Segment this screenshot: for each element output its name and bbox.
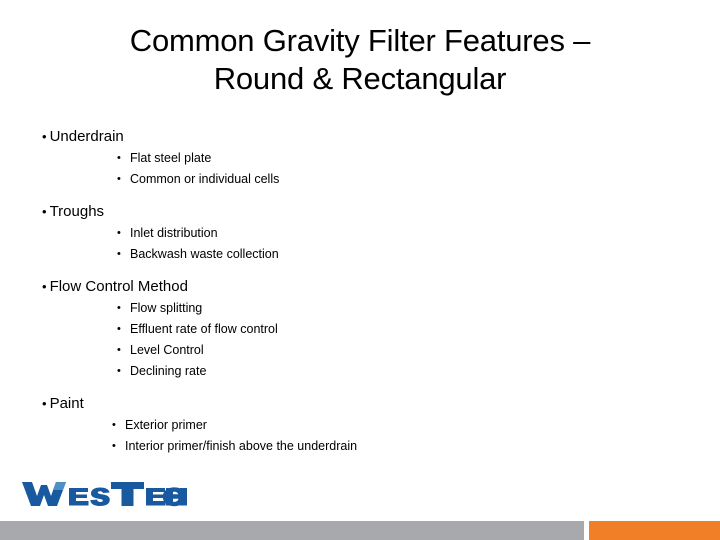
bullet-group-underdrain: • Underdrain • Flat steel plate • Common… [0, 126, 700, 190]
bullet-level2-label: Exterior primer [125, 418, 207, 432]
bullet-level2-item: • Flat steel plate [0, 148, 700, 169]
bullet-group-paint: • Paint • Exterior primer • Interior pri… [0, 393, 700, 457]
bullet-level2-label: Flow splitting [130, 301, 203, 315]
bullet-list: • Underdrain • Flat steel plate • Common… [0, 126, 700, 457]
bullet-level1-flow-control-method: • Flow Control Method [0, 276, 700, 297]
bullet-level2-item: • Interior primer/finish above the under… [0, 436, 700, 457]
footer-bar-gray [0, 521, 584, 540]
bullet-level2-item: • Exterior primer [0, 415, 700, 436]
logo-accent [53, 482, 66, 490]
bullet-dot-icon: • [42, 204, 47, 219]
bullet-dot-icon: • [42, 129, 47, 144]
bullet-level2-label: Level Control [130, 343, 204, 357]
bullet-dot-icon: • [117, 365, 121, 377]
bullet-level1-underdrain: • Underdrain [0, 126, 700, 147]
bullet-level2-label: Common or individual cells [130, 172, 280, 186]
bullet-level1-label: Troughs [49, 203, 105, 220]
bullet-level2-item: • Declining rate [0, 361, 700, 382]
bullet-level2-label: Declining rate [130, 364, 207, 378]
bullet-level2-label: Backwash waste collection [130, 247, 279, 261]
bullet-level2-item: • Level Control [0, 340, 700, 361]
bullet-level2-item: • Backwash waste collection [0, 244, 700, 265]
westech-logo-icon [22, 482, 187, 507]
slide: Common Gravity Filter Features – Round &… [0, 0, 720, 540]
bullet-level2-item: • Effluent rate of flow control [0, 319, 700, 340]
bullet-level2-item: • Inlet distribution [0, 223, 700, 244]
bullet-group-troughs: • Troughs • Inlet distribution • Backwas… [0, 201, 700, 265]
bullet-level1-label: Underdrain [49, 128, 124, 145]
bullet-level2-item: • Flow splitting [0, 298, 700, 319]
title-line-2: Round & Rectangular [213, 61, 507, 96]
bullet-level2-label: Interior primer/finish above the underdr… [125, 439, 358, 453]
bullet-dot-icon: • [117, 302, 121, 314]
bullet-dot-icon: • [112, 440, 116, 452]
bullet-dot-icon: • [42, 396, 47, 411]
title-line-1: Common Gravity Filter Features – [129, 23, 591, 58]
bullet-level1-label: Flow Control Method [49, 278, 188, 295]
bullet-dot-icon: • [117, 227, 121, 239]
bullet-level2-label: Inlet distribution [130, 226, 218, 240]
bullet-dot-icon: • [117, 152, 121, 164]
bullet-level1-label: Paint [49, 395, 84, 412]
bullet-dot-icon: • [42, 279, 47, 294]
bullet-dot-icon: • [117, 248, 121, 260]
bullet-level2-label: Flat steel plate [130, 151, 212, 165]
logo-letter-t [111, 482, 144, 506]
logo-letter-e [69, 488, 89, 506]
page-title: Common Gravity Filter Features – Round &… [40, 22, 680, 98]
bullet-level1-paint: • Paint [0, 393, 700, 414]
bullet-group-flow-control-method: • Flow Control Method • Flow splitting •… [0, 276, 700, 382]
westech-logo [20, 479, 190, 509]
bullet-dot-icon: • [112, 419, 116, 431]
logo-letter-s [90, 487, 110, 506]
footer-bar-orange [589, 521, 720, 540]
bullet-dot-icon: • [117, 173, 121, 185]
logo-letter-e2 [146, 488, 166, 506]
bullet-dot-icon: • [117, 344, 121, 356]
bullet-level2-item: • Common or individual cells [0, 169, 700, 190]
bullet-level1-troughs: • Troughs [0, 201, 700, 222]
bullet-level2-label: Effluent rate of flow control [130, 322, 278, 336]
bullet-dot-icon: • [117, 323, 121, 335]
